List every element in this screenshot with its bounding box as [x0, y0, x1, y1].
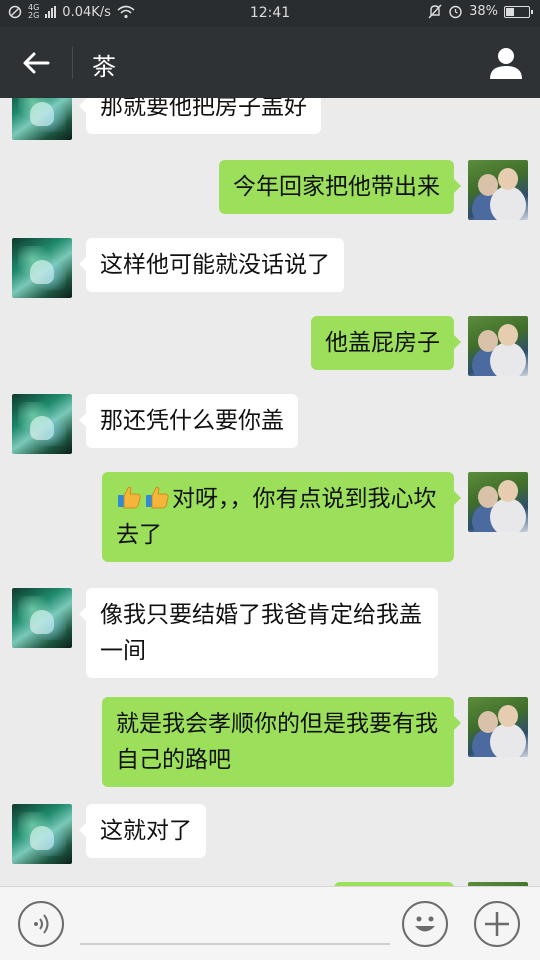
message-text: 他盖屁房子 [325, 330, 440, 356]
mute-bell-icon [428, 4, 442, 19]
message-text: 那就要他把房子盖好 [100, 98, 307, 120]
message-bubble[interactable]: 那就要他把房子盖好 [79, 98, 321, 134]
message-text: 这样他可能就没话说了 [100, 252, 330, 278]
message-text: 像我只要结婚了我爸肯定给我盖一间 [100, 602, 422, 664]
contact-avatar[interactable] [12, 588, 72, 648]
message-received: 这就对了 [0, 804, 540, 864]
message-bubble[interactable]: 他盖屁房子 [311, 316, 461, 370]
message-list[interactable]: 那就要他把房子盖好 今年回家把他带出来 这样他可能就没话说了 他盖屁房子 那还凭… [0, 98, 540, 886]
plus-icon [485, 912, 509, 936]
message-input[interactable] [80, 943, 390, 945]
emoji-button[interactable] [402, 901, 448, 947]
contact-avatar[interactable] [12, 238, 72, 298]
message-received: 那还凭什么要你盖 [0, 394, 540, 454]
message-bubble[interactable]: 这就对了 [79, 804, 206, 858]
message-text: 那还凭什么要你盖 [100, 408, 284, 434]
person-icon [490, 48, 522, 79]
header-divider [72, 47, 73, 79]
message-bubble[interactable]: 像我只要结婚了我爸肯定给我盖一间 [79, 588, 438, 678]
message-bubble[interactable]: 就是我会孝顺你的但是我要有我自己的路吧 [102, 697, 461, 787]
my-avatar[interactable] [468, 160, 528, 220]
thumbs-up-icon [146, 486, 169, 509]
voice-button[interactable] [18, 901, 64, 947]
battery-fill [506, 7, 514, 16]
message-text: 这就对了 [100, 818, 192, 844]
alarm-icon [449, 5, 462, 19]
my-avatar[interactable] [468, 472, 528, 532]
smiley-icon [415, 916, 435, 932]
battery-icon [504, 5, 533, 18]
message-text: 今年回家把他带出来 [233, 174, 440, 200]
input-bar [0, 886, 540, 960]
plus-button[interactable] [474, 901, 520, 947]
my-avatar[interactable] [468, 316, 528, 376]
message-received: 像我只要结婚了我爸肯定给我盖一间 [0, 588, 540, 688]
message-sent: 今年回家把他带出来 [0, 160, 540, 220]
message-text: 就是我会孝顺你的但是我要有我自己的路吧 [116, 711, 438, 773]
arrow-left-icon [23, 52, 50, 74]
message-received: 那就要他把房子盖好 [0, 98, 540, 144]
voice-icon [34, 914, 49, 934]
my-avatar[interactable] [468, 697, 528, 757]
battery-percent: 38% [469, 4, 498, 19]
message-sent: 就是我会孝顺你的但是我要有我自己的路吧 [0, 697, 540, 797]
status-right: 38% [428, 4, 533, 19]
contact-avatar[interactable] [12, 98, 72, 140]
back-button[interactable] [14, 45, 58, 81]
thumbs-up-icon [118, 486, 141, 509]
contact-avatar[interactable] [12, 394, 72, 454]
contact-avatar[interactable] [12, 804, 72, 864]
status-bar: 4G 2G 0.04K/s 12:41 38% [0, 0, 540, 27]
profile-button[interactable] [486, 43, 526, 83]
chat-title: 茶 [92, 53, 116, 81]
message-sent: 他盖屁房子 [0, 316, 540, 376]
message-bubble[interactable]: 今年回家把他带出来 [219, 160, 461, 214]
message-bubble[interactable]: 对呀，，你有点说到我心坎去了 [102, 472, 461, 562]
message-bubble[interactable]: 那还凭什么要你盖 [79, 394, 298, 448]
message-bubble[interactable]: 这样他可能就没话说了 [79, 238, 344, 292]
message-received: 这样他可能就没话说了 [0, 238, 540, 298]
chat-header: 茶 [0, 27, 540, 98]
message-sent: 对呀，，你有点说到我心坎去了 [0, 472, 540, 572]
